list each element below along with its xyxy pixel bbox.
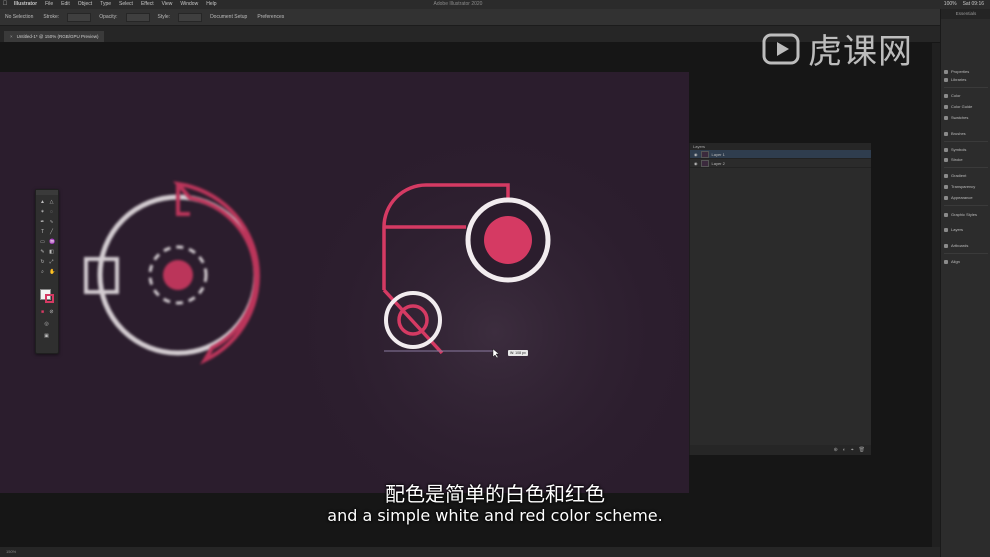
measure-tag: W: 108 px [508, 350, 528, 356]
dock-item-color[interactable]: Color [944, 93, 961, 98]
color-mode-icon[interactable]: ■ [40, 310, 45, 315]
direct-selection-tool-icon[interactable]: △ [49, 200, 54, 205]
hand-tool-icon[interactable]: ✋ [49, 270, 55, 275]
dock-item-swatches[interactable]: Swatches [944, 115, 968, 120]
rectangle-tool-icon[interactable]: ▭ [40, 240, 45, 245]
graphic-styles-icon [944, 212, 948, 217]
align-icon [944, 259, 948, 264]
layer-row[interactable]: ◉ Layer 1 [690, 150, 871, 159]
layers-panel: Layers ◉ Layer 1 ◉ Layer 2 ⊕ ◐ ⌖ 🗑 [689, 143, 871, 455]
none-mode-icon[interactable]: ⊘ [49, 310, 54, 315]
symbols-icon [944, 147, 948, 152]
dock-item-appearance[interactable]: Appearance [944, 195, 973, 200]
rotate-tool-icon[interactable]: ↻ [40, 260, 45, 265]
left-composition [84, 181, 260, 365]
dock-separator [944, 167, 988, 168]
watermark: 虎课网 [762, 24, 913, 73]
play-icon [762, 33, 800, 64]
layer-name: Layer 2 [711, 160, 725, 166]
line-tool-icon[interactable]: ╱ [49, 230, 54, 235]
lasso-tool-icon[interactable]: ◌ [49, 210, 54, 215]
layer-row[interactable]: ◉ Layer 2 [690, 159, 871, 168]
dock-item-color-guide[interactable]: Color Guide [944, 104, 972, 109]
stroke-swatch[interactable] [45, 294, 54, 303]
dock-item-layers[interactable]: Layers [944, 227, 963, 232]
trash-icon[interactable]: 🗑 [859, 447, 865, 453]
layers-panel-footer: ⊕ ◐ ⌖ 🗑 [690, 445, 871, 455]
dock-item-properties[interactable]: Properties [944, 69, 969, 74]
layers-icon [944, 227, 948, 232]
dock-separator [944, 141, 988, 142]
zoom-level[interactable]: 150% [6, 549, 16, 554]
artboards-icon [944, 243, 948, 248]
screen-mode-icon[interactable]: ▣ [44, 334, 49, 339]
status-bar: 150% [0, 547, 940, 557]
type-tool-icon[interactable]: T [40, 230, 45, 235]
right-composition [382, 183, 551, 359]
color-guide-icon [944, 104, 948, 109]
dock-separator [944, 253, 988, 254]
new-layer-icon[interactable]: ⊕ [834, 447, 838, 453]
layer-name: Layer 1 [711, 151, 725, 157]
workspace-switcher[interactable]: Essentials [941, 9, 990, 19]
large-red-dot [484, 216, 532, 264]
layer-thumbnail [700, 150, 709, 158]
red-dot [163, 260, 193, 290]
magic-wand-tool-icon[interactable]: ✶ [40, 210, 45, 215]
dock-item-graphic-styles[interactable]: Graphic Styles [944, 212, 977, 217]
properties-icon [944, 69, 948, 74]
clipping-mask-icon[interactable]: ◐ [843, 447, 846, 453]
dock-item-stroke[interactable]: Stroke [944, 157, 963, 162]
eyedropper-tool-icon[interactable]: ⌕ [40, 270, 45, 275]
dock-separator [944, 87, 988, 88]
eraser-tool-icon[interactable]: ◧ [49, 250, 54, 255]
dock-item-transparency[interactable]: Transparency [944, 184, 975, 189]
layers-panel-header: Layers [690, 143, 871, 150]
subtitle-english: and a simple white and red color scheme. [327, 506, 663, 525]
dock-item-libraries[interactable]: Libraries [944, 77, 966, 82]
pencil-tool-icon[interactable]: ✎ [40, 250, 45, 255]
cursor-icon [492, 348, 500, 359]
dock-separator [944, 205, 988, 206]
color-icon [944, 93, 948, 98]
layer-thumbnail [700, 159, 709, 167]
subtitle-chinese: 配色是简单的白色和红色 [385, 482, 605, 506]
swatches-icon [944, 115, 948, 120]
scale-tool-icon[interactable]: ⤢ [49, 260, 54, 265]
selection-tool-icon[interactable]: ▲ [40, 200, 45, 205]
eye-icon[interactable]: ◉ [694, 152, 698, 157]
dock-item-gradient[interactable]: Gradient [944, 173, 966, 178]
appearance-icon [944, 195, 948, 200]
tools-panel-grip[interactable] [36, 190, 58, 195]
right-dock: Essentials Properties Libraries Color Co… [940, 9, 990, 557]
pen-tool-icon[interactable]: ✒ [40, 220, 45, 225]
tools-panel: ▲ △ ✶ ◌ ✒ ∿ T ╱ ▭ ♒ ✎ ◧ ↻ ⤢ ⌕ ✋ ■ ⊘ ◎ ▣ [35, 189, 59, 354]
eye-icon[interactable]: ◉ [694, 161, 698, 166]
locate-object-icon[interactable]: ⌖ [851, 447, 854, 453]
dock-item-brushes[interactable]: Brushes [944, 131, 966, 136]
watermark-text: 虎课网 [808, 32, 913, 72]
libraries-icon [944, 77, 948, 82]
stroke-icon [944, 157, 948, 162]
dock-item-align[interactable]: Align [944, 259, 960, 264]
draw-mode-icon[interactable]: ◎ [44, 322, 49, 327]
paintbrush-tool-icon[interactable]: ♒ [49, 240, 55, 245]
curvature-tool-icon[interactable]: ∿ [49, 220, 54, 225]
transparency-icon [944, 184, 948, 189]
gradient-icon [944, 173, 948, 178]
dock-item-artboards[interactable]: Artboards [944, 243, 968, 248]
brushes-icon [944, 131, 948, 136]
dock-item-symbols[interactable]: Symbols [944, 147, 966, 152]
